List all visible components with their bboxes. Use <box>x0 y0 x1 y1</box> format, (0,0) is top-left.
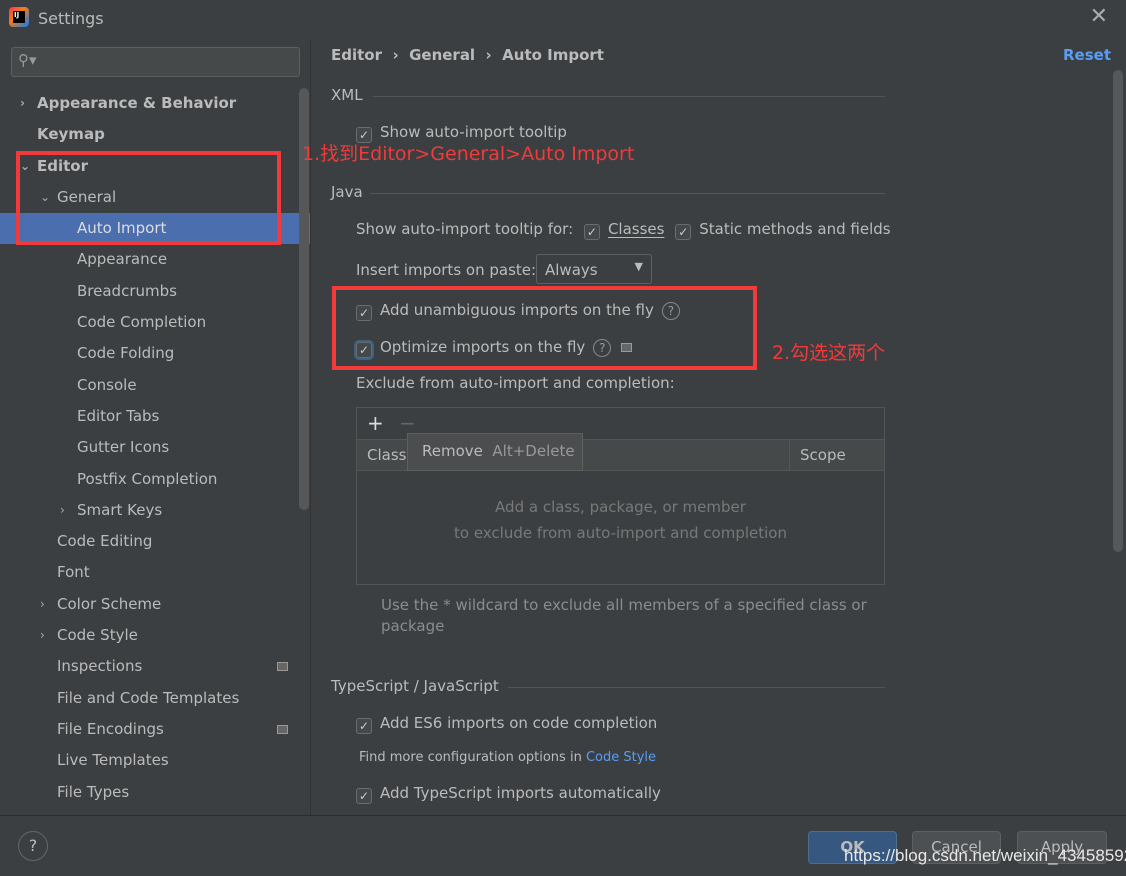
close-icon[interactable]: ✕ <box>1090 4 1108 29</box>
sidebar-item-console[interactable]: Console <box>0 370 310 401</box>
dropdown-arrow-icon: ▼ <box>634 260 643 273</box>
column-class[interactable]: Class, <box>367 446 411 464</box>
annotation-1: 1.找到Editor>General>Auto Import <box>302 143 635 165</box>
code-style-link[interactable]: Code Style <box>586 750 656 765</box>
sidebar-item-code-folding[interactable]: Code Folding <box>0 338 310 369</box>
sidebar-item-label: Appearance <box>77 250 168 269</box>
sidebar-item-live-templates[interactable]: Live Templates <box>0 745 310 776</box>
sidebar-item-file-types[interactable]: File Types <box>0 777 310 808</box>
sidebar-item-color-scheme[interactable]: › Color Scheme <box>0 589 310 620</box>
sidebar-item-label: Font <box>57 563 90 582</box>
sidebar-item-label: Code Editing <box>57 532 153 551</box>
column-scope[interactable]: Scope <box>800 446 846 464</box>
annotation-box-1 <box>16 151 281 245</box>
java-section-title: Java <box>331 183 363 201</box>
watermark: https://blog.csdn.net/weixin_43458592 <box>844 846 1126 865</box>
sidebar-item-keymap[interactable]: Keymap <box>0 119 310 150</box>
ts-auto-imports-checkbox[interactable]: ✓ Add TypeScript imports automatically <box>356 784 661 804</box>
project-scope-icon <box>277 724 288 734</box>
sidebar-item-file-and-code-templates[interactable]: File and Code Templates <box>0 683 310 714</box>
checkbox[interactable]: ✓ <box>356 788 372 804</box>
chevron-right-icon[interactable]: › <box>20 88 25 119</box>
more-options-text: Find more configuration options in Code … <box>359 750 657 765</box>
chevron-right-icon[interactable]: › <box>60 495 65 526</box>
remove-icon[interactable]: − <box>399 411 416 435</box>
classes-checkbox[interactable]: ✓ <box>583 224 600 240</box>
separator <box>789 440 790 470</box>
sidebar-item-smart-keys[interactable]: › Smart Keys <box>0 495 310 526</box>
window-title: Settings <box>38 9 104 28</box>
empty-table-text: Add a class, package, or member to exclud… <box>454 498 787 542</box>
search-input[interactable]: ⚲▾ <box>11 47 300 77</box>
sidebar-item-label: File Encodings <box>57 719 164 738</box>
sidebar-item-label: Postfix Completion <box>77 469 218 488</box>
help-button[interactable]: ? <box>18 831 48 861</box>
sidebar-item-label: Color Scheme <box>57 594 162 613</box>
sidebar-item-label: Editor Tabs <box>77 406 160 425</box>
sidebar-item-code-style[interactable]: › Code Style <box>0 620 310 651</box>
content-scrollbar[interactable] <box>1113 70 1123 552</box>
sidebar-item-label: Console <box>77 375 137 394</box>
sidebar-item-label: Smart Keys <box>77 500 163 519</box>
sidebar-item-label: File and Code Templates <box>57 688 240 707</box>
sidebar-item-label: Inspections <box>57 657 143 676</box>
add-icon[interactable]: + <box>367 411 384 435</box>
es6-imports-checkbox[interactable]: ✓ Add ES6 imports on code completion <box>356 714 657 734</box>
sidebar-item-label: File Types <box>57 782 130 801</box>
wildcard-hint: Use the * wildcard to exclude all member… <box>381 596 867 635</box>
reset-link[interactable]: Reset <box>1063 46 1111 64</box>
sidebar-item-appearance-behavior[interactable]: › Appearance & Behavior <box>0 88 310 119</box>
sidebar-item-label: Code Style <box>57 626 138 645</box>
separator <box>370 193 885 194</box>
sidebar-item-inspections[interactable]: Inspections <box>0 651 310 682</box>
annotation-box-2 <box>332 286 757 370</box>
sidebar-item-label: Code Folding <box>77 344 175 363</box>
app-logo: IJ <box>9 7 29 27</box>
sidebar-item-editor-tabs[interactable]: Editor Tabs <box>0 401 310 432</box>
sidebar-item-label: Code Completion <box>77 313 207 332</box>
java-tooltip-row: Show auto-import tooltip for: ✓ Classes ✓… <box>356 220 891 240</box>
chevron-right-icon[interactable]: › <box>40 589 45 620</box>
insert-imports-select[interactable]: Always ▼ <box>536 254 652 284</box>
sidebar-item-code-editing[interactable]: Code Editing <box>0 526 310 557</box>
remove-tooltip: Remove Alt+Delete <box>407 433 583 471</box>
separator <box>0 815 1126 816</box>
sidebar-item-label: Breadcrumbs <box>77 281 177 300</box>
annotation-2: 2.勾选这两个 <box>772 342 886 364</box>
static-methods-checkbox[interactable]: ✓ <box>675 224 692 240</box>
separator <box>373 96 885 97</box>
sidebar-item-code-completion[interactable]: Code Completion <box>0 307 310 338</box>
sidebar-item-label: Live Templates <box>57 751 169 770</box>
sidebar-item-breadcrumbs[interactable]: Breadcrumbs <box>0 276 310 307</box>
insert-imports-label: Insert imports on paste: <box>356 261 537 279</box>
sidebar-item-appearance[interactable]: Appearance <box>0 244 310 275</box>
sidebar-item-font[interactable]: Font <box>0 557 310 588</box>
sidebar-item-gutter-icons[interactable]: Gutter Icons <box>0 432 310 463</box>
sidebar-item-file-encodings[interactable]: File Encodings <box>0 714 310 745</box>
breadcrumb: Editor › General › Auto Import <box>331 46 604 64</box>
sidebar-item-label: Gutter Icons <box>77 438 170 457</box>
search-icon: ⚲▾ <box>18 51 37 69</box>
separator <box>508 687 885 688</box>
sidebar-item-label: Appearance & Behavior <box>37 94 237 112</box>
project-scope-icon <box>277 662 288 672</box>
ts-section-title: TypeScript / JavaScript <box>331 677 499 695</box>
chevron-right-icon[interactable]: › <box>40 620 45 651</box>
exclude-label: Exclude from auto-import and completion: <box>356 374 675 392</box>
sidebar-item-postfix-completion[interactable]: Postfix Completion <box>0 464 310 495</box>
sidebar-item-label: Keymap <box>37 125 105 144</box>
checkbox[interactable]: ✓ <box>356 718 372 734</box>
xml-section-title: XML <box>331 86 363 104</box>
